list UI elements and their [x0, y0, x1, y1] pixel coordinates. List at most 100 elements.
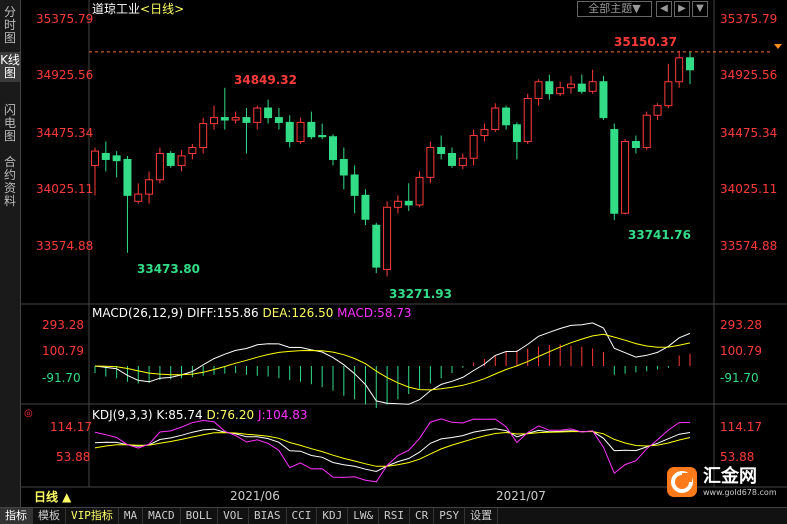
- low-annotation: 33271.93: [389, 287, 453, 301]
- kdj-legend: KDJ(9,3,3) K:85.74 D:76.20 J:104.83: [92, 408, 308, 422]
- collapse-button[interactable]: ▼: [692, 1, 708, 17]
- candle-body: [393, 200, 402, 208]
- low-annotation: 33741.76: [628, 228, 692, 242]
- macd-value: MACD:58.73: [337, 306, 412, 320]
- candle-body: [631, 141, 640, 149]
- kline-chart: [20, 0, 787, 488]
- candle-body: [415, 176, 424, 206]
- candle-body: [155, 152, 164, 181]
- macd-tick: 100.79: [42, 344, 84, 358]
- candle-body: [448, 152, 456, 166]
- period-label: <日线>: [140, 2, 185, 16]
- candle-body: [307, 121, 316, 138]
- candle-body: [567, 83, 575, 89]
- date-tick: 2021/07: [496, 489, 546, 503]
- candle-body: [134, 193, 143, 202]
- period-selector[interactable]: 日线 ▲: [34, 490, 71, 504]
- next-button[interactable]: ▶: [674, 1, 690, 17]
- candle-body: [383, 206, 392, 270]
- candle-body: [610, 129, 619, 214]
- macd-diff: DIFF:155.86: [186, 306, 259, 320]
- indicator-tab[interactable]: MACD: [143, 508, 181, 524]
- kdj-title: KDJ(9,3,3): [92, 408, 153, 422]
- indicator-tab[interactable]: 模板: [33, 508, 66, 524]
- candle-body: [220, 117, 229, 121]
- candle-body: [621, 141, 630, 214]
- kdj-tick-right: 114.17: [720, 420, 762, 434]
- candle-body: [242, 117, 251, 123]
- candle-body: [166, 152, 175, 166]
- price-tick: 34475.34: [36, 126, 94, 140]
- candle-body: [296, 121, 305, 143]
- candle-body: [274, 117, 283, 123]
- macd-tick-right: -91.70: [720, 371, 759, 385]
- macd-tick: -91.70: [42, 371, 81, 385]
- candle-body: [512, 124, 521, 143]
- indicator-tab[interactable]: RSI: [379, 508, 410, 524]
- macd-tick: 293.28: [42, 318, 84, 332]
- candle-body: [675, 57, 684, 83]
- gold678-logo: 汇金网 www.gold678.com: [665, 465, 777, 501]
- current-price-label: 35150.37: [614, 35, 678, 49]
- theme-dropdown[interactable]: 全部主题▼: [577, 1, 652, 17]
- macd-dea: DEA:126.50: [262, 306, 334, 320]
- indicator-tab[interactable]: 设置: [465, 508, 499, 524]
- candle-body: [361, 194, 370, 220]
- indicator-tab[interactable]: CR: [410, 508, 435, 524]
- price-tick-right: 35375.79: [720, 12, 778, 26]
- indicator-tab[interactable]: 指标: [0, 508, 33, 524]
- candle-body: [199, 123, 208, 149]
- candle-body: [372, 224, 381, 268]
- indicator-tab[interactable]: VIP指标: [66, 508, 119, 524]
- high-annotation: 34849.32: [234, 73, 298, 87]
- price-tick-right: 34925.56: [720, 68, 778, 82]
- indicator-tab[interactable]: KDJ: [317, 508, 349, 524]
- kdj-k: K:85.74: [156, 408, 203, 422]
- candle-body: [577, 83, 586, 92]
- price-tick-right: 34475.34: [720, 126, 778, 140]
- candle-body: [458, 157, 467, 166]
- kdj-tick: 53.88: [56, 450, 91, 464]
- candle-body: [123, 158, 132, 196]
- indicator-tab[interactable]: CCI: [287, 508, 318, 524]
- candle-body: [318, 135, 327, 138]
- candle-body: [523, 97, 532, 143]
- date-tick: 2021/06: [230, 489, 280, 503]
- kdj-j-line: [94, 418, 691, 483]
- instrument-title: 道琼工业<日线>: [92, 2, 184, 16]
- candle-body: [545, 81, 554, 95]
- candle-body: [91, 150, 99, 166]
- candle-body: [264, 107, 273, 119]
- candle-body: [556, 87, 565, 95]
- indicator-tab[interactable]: BOLL: [181, 508, 219, 524]
- kdj-tick-right: 53.88: [720, 450, 755, 464]
- price-tick-right: 33574.88: [720, 239, 778, 253]
- candle-body: [426, 147, 435, 178]
- macd-tick-right: 293.28: [720, 318, 762, 332]
- candle-body: [480, 129, 489, 137]
- indicator-tabs: 指标 模板 VIP指标 MA MACD BOLL VOL BIAS CCI KDJ LW& RSI CR…: [0, 507, 787, 524]
- logo-url: www.gold678.com: [703, 488, 777, 497]
- logo-name: 汇金网: [703, 466, 757, 487]
- price-tick: 35375.79: [36, 12, 94, 26]
- kdj-tick: 114.17: [50, 420, 92, 434]
- price-tick: 34925.56: [36, 68, 94, 82]
- low-annotation: 33473.80: [137, 262, 201, 276]
- indicator-tab[interactable]: PSY: [434, 508, 466, 524]
- indicator-tab[interactable]: BIAS: [249, 508, 287, 524]
- candle-body: [599, 81, 608, 119]
- price-tick: 34025.11: [36, 182, 94, 196]
- kdj-j: J:104.83: [257, 408, 308, 422]
- candle-body: [285, 121, 294, 143]
- candle-body: [642, 114, 651, 148]
- indicator-tab[interactable]: LW&: [348, 508, 380, 524]
- indicator-tab[interactable]: MA: [119, 508, 144, 524]
- candle-body: [231, 117, 240, 121]
- settings-icon[interactable]: ◎: [24, 407, 33, 421]
- indicator-tab[interactable]: VOL: [218, 508, 249, 524]
- candle-body: [437, 147, 446, 154]
- candle-body: [653, 105, 662, 116]
- candle-body: [404, 200, 413, 206]
- macd-dea-line: [94, 333, 691, 391]
- prev-button[interactable]: ◀: [656, 1, 672, 17]
